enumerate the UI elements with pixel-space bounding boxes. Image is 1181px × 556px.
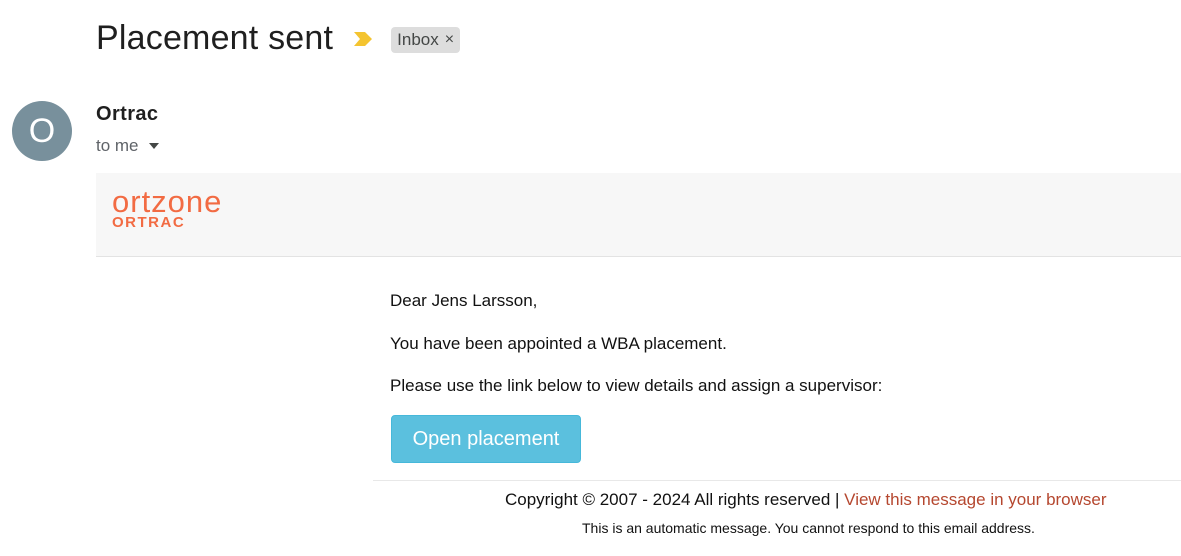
ortzone-logo: ortzone ORTRAC xyxy=(112,184,223,231)
greeting: Dear Jens Larsson, xyxy=(390,291,538,310)
recipient-details-toggle[interactable]: to me xyxy=(96,136,159,156)
open-placement-button[interactable]: Open placement xyxy=(391,415,581,463)
message-line-2: Please use the link below to view detail… xyxy=(390,376,883,395)
importance-marker-icon[interactable] xyxy=(353,31,373,47)
chevron-down-icon xyxy=(148,143,159,149)
inbox-label-chip[interactable]: Inbox × xyxy=(391,27,461,53)
remove-label-icon[interactable]: × xyxy=(445,31,454,49)
automatic-message-notice: This is an automatic message. You cannot… xyxy=(582,520,1035,536)
message-line-1: You have been appointed a WBA placement. xyxy=(390,334,727,353)
copyright-line: Copyright © 2007 - 2024 All rights reser… xyxy=(505,490,1107,510)
sender-name[interactable]: Ortrac xyxy=(96,103,158,126)
footer-divider xyxy=(373,480,1181,481)
subject-row: Placement sent Inbox × xyxy=(96,14,461,62)
email-banner: ortzone ORTRAC xyxy=(96,173,1181,257)
view-in-browser-link[interactable]: View this message in your browser xyxy=(844,490,1106,509)
email-subject: Placement sent xyxy=(96,18,334,57)
recipient-text: to me xyxy=(96,136,139,155)
copyright-text: Copyright © 2007 - 2024 All rights reser… xyxy=(505,490,845,509)
sender-avatar[interactable]: O xyxy=(12,101,72,161)
label-name: Inbox xyxy=(397,30,439,49)
avatar-letter: O xyxy=(28,111,56,150)
logo-wordmark: ortzone xyxy=(112,184,223,219)
